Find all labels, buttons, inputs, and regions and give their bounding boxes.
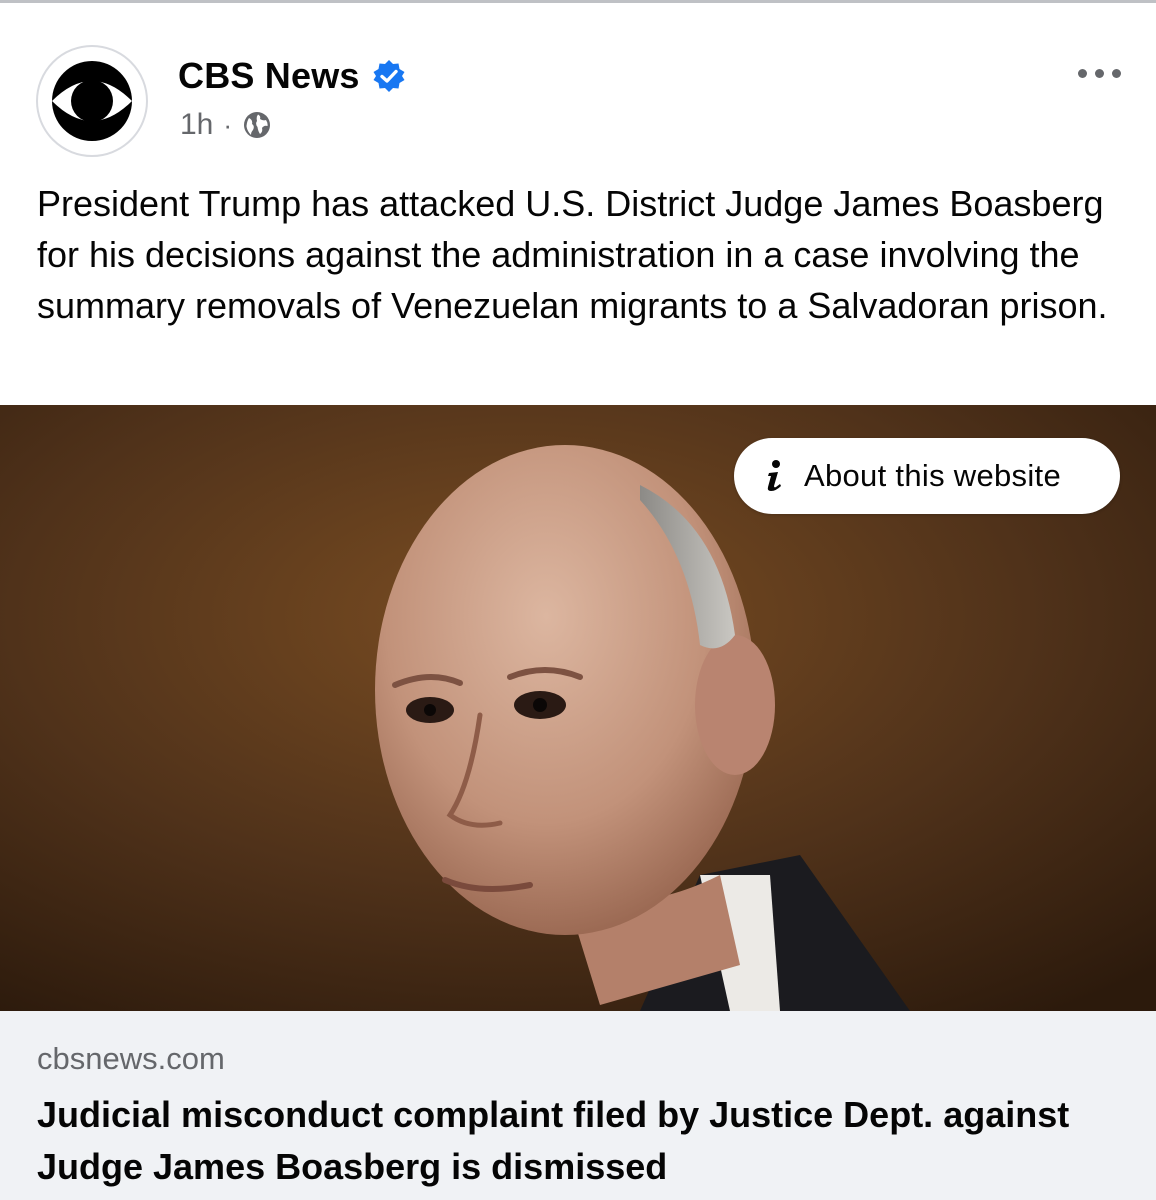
- globe-icon[interactable]: [242, 110, 272, 140]
- more-options-icon: [1077, 68, 1087, 78]
- more-options-button[interactable]: [1064, 55, 1134, 91]
- verified-badge-icon: [372, 59, 406, 93]
- link-domain: cbsnews.com: [37, 1041, 225, 1076]
- info-icon: [764, 459, 786, 493]
- page-name[interactable]: CBS News: [178, 55, 360, 97]
- link-preview[interactable]: cbsnews.com Judicial misconduct complain…: [0, 1011, 1156, 1200]
- post-meta: 1h ·: [180, 105, 272, 145]
- link-headline[interactable]: Judicial misconduct complaint filed by J…: [37, 1089, 1127, 1193]
- about-this-website-button[interactable]: About this website: [734, 438, 1120, 514]
- page-name-row: CBS News: [178, 51, 406, 101]
- meta-separator: ·: [223, 109, 233, 140]
- about-this-website-label: About this website: [804, 458, 1061, 493]
- cbs-eye-logo: [52, 61, 132, 141]
- timestamp[interactable]: 1h: [180, 108, 213, 142]
- facebook-post: CBS News 1h · President Trump has attack…: [0, 0, 1156, 1200]
- post-caption: President Trump has attacked U.S. Distri…: [37, 183, 1108, 326]
- avatar[interactable]: [36, 45, 148, 157]
- post-header: CBS News 1h ·: [0, 3, 1156, 163]
